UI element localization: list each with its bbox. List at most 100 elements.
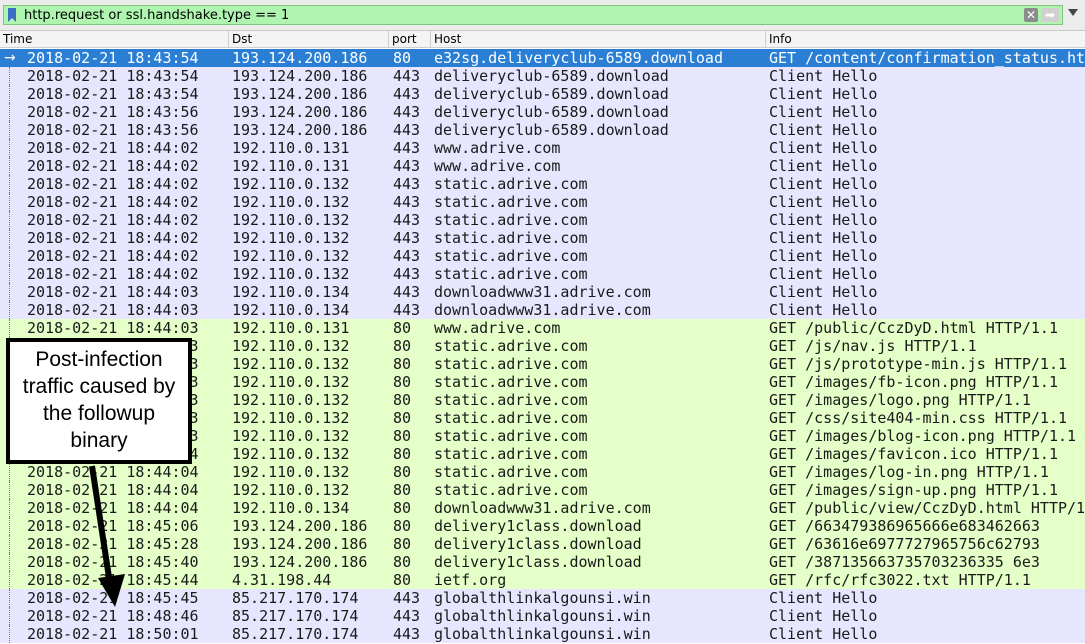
filter-expression[interactable]: http.request or ssl.handshake.type == 1 [24, 7, 289, 24]
cell-info: Client Hello [769, 283, 878, 301]
conversation-tree-line [9, 67, 11, 85]
conversation-tree-line [9, 247, 11, 265]
packet-row[interactable]: 2018-02-21 18:45:44 4.31.198.44 80 ietf.org… [0, 571, 1085, 589]
packet-row[interactable]: 2018-02-21 18:45:40 193.124.200.186 80 deli… [0, 553, 1085, 571]
cell-host: globalthlinkalgounsi.win [434, 625, 651, 643]
cell-port: 443 [393, 211, 421, 229]
conversation-tree-line [9, 607, 11, 625]
packet-row[interactable]: 2018-02-21 18:44:03 192.110.0.131 80 www.ad… [0, 319, 1085, 337]
annotation-line: binary [70, 429, 128, 452]
cell-info: GET /63616e6977727965756c62793 [769, 535, 1040, 553]
packet-row[interactable]: 2018-02-21 18:43:54 193.124.200.186 443 del… [0, 67, 1085, 85]
packet-row[interactable]: 2018-02-21 18:44:04 192.110.0.132 80 static… [0, 463, 1085, 481]
packet-row[interactable]: 2018-02-21 18:45:28 193.124.200.186 80 deli… [0, 535, 1085, 553]
cell-dst: 192.110.0.132 [232, 391, 350, 409]
cell-port: 80 [393, 427, 412, 445]
cell-info: Client Hello [769, 229, 878, 247]
packet-row[interactable]: 2018-02-21 18:44:03 192.110.0.134 443 downl… [0, 301, 1085, 319]
conversation-tree-line [9, 517, 11, 535]
packet-row[interactable]: 2018-02-21 18:45:45 85.217.170.174 443 glob… [0, 589, 1085, 607]
cell-dst: 193.124.200.186 [232, 67, 368, 85]
cell-time: 2018-02-21 18:43:56 [27, 121, 199, 139]
display-filter-input[interactable]: http.request or ssl.handshake.type == 1 … [3, 5, 1063, 25]
cell-time: 2018-02-21 18:45:06 [27, 517, 199, 535]
column-header-time[interactable]: Time [0, 31, 229, 47]
cell-dst: 85.217.170.174 [232, 607, 359, 625]
packet-row[interactable]: → 2018-02-21 18:43:54 193.124.200.186 80 e32… [0, 49, 1085, 67]
cell-host: deliveryclub-6589.download [434, 121, 669, 139]
packet-row[interactable]: 2018-02-21 18:43:56 193.124.200.186 443 del… [0, 121, 1085, 139]
packet-row[interactable]: 2018-02-21 18:43:56 193.124.200.186 443 del… [0, 103, 1085, 121]
column-header-dst[interactable]: Dst [229, 31, 389, 47]
cell-host: downloadwww31.adrive.com [434, 301, 651, 319]
cell-time: 2018-02-21 18:44:02 [27, 247, 199, 265]
cell-host: static.adrive.com [434, 193, 588, 211]
packet-row[interactable]: 2018-02-21 18:45:06 193.124.200.186 80 deli… [0, 517, 1085, 535]
cell-port: 80 [393, 337, 412, 355]
packet-row[interactable]: 2018-02-21 18:44:02 192.110.0.132 443 stati… [0, 265, 1085, 283]
column-header-info[interactable]: Info [766, 31, 1085, 47]
cell-info: GET /js/nav.js HTTP/1.1 [769, 337, 977, 355]
cell-host: deliveryclub-6589.download [434, 85, 669, 103]
cell-host: static.adrive.com [434, 481, 588, 499]
cell-time: 2018-02-21 18:44:02 [27, 175, 199, 193]
cell-port: 80 [393, 319, 412, 337]
cell-time: 2018-02-21 18:44:03 [27, 301, 199, 319]
packet-row[interactable]: 2018-02-21 18:44:02 192.110.0.132 443 stati… [0, 175, 1085, 193]
cell-info: Client Hello [769, 265, 878, 283]
packet-row[interactable]: 2018-02-21 18:44:02 192.110.0.131 443 www.a… [0, 157, 1085, 175]
cell-info: GET /387135663735703236335 6e3 [769, 553, 1040, 571]
cell-info: Client Hello [769, 175, 878, 193]
conversation-tree-line [9, 553, 11, 571]
cell-dst: 192.110.0.132 [232, 409, 350, 427]
cell-host: www.adrive.com [434, 157, 561, 175]
packet-row[interactable]: 2018-02-21 18:44:02 192.110.0.131 443 www.a… [0, 139, 1085, 157]
cell-dst: 193.124.200.186 [232, 121, 368, 139]
cell-dst: 192.110.0.134 [232, 301, 350, 319]
packet-row[interactable]: 2018-02-21 18:44:02 192.110.0.132 443 stati… [0, 229, 1085, 247]
cell-host: static.adrive.com [434, 265, 588, 283]
cell-dst: 193.124.200.186 [232, 85, 368, 103]
apply-filter-icon[interactable]: ➡ [1041, 8, 1059, 22]
cell-host: www.adrive.com [434, 319, 561, 337]
cell-port: 443 [393, 589, 421, 607]
cell-port: 80 [393, 499, 412, 517]
packet-row[interactable]: 2018-02-21 18:43:54 193.124.200.186 443 del… [0, 85, 1085, 103]
cell-time: 2018-02-21 18:44:02 [27, 229, 199, 247]
cell-port: 80 [393, 481, 412, 499]
cell-host: delivery1class.download [434, 517, 642, 535]
packet-row[interactable]: 2018-02-21 18:44:03 192.110.0.134 443 downl… [0, 283, 1085, 301]
cell-host: static.adrive.com [434, 247, 588, 265]
packet-row[interactable]: 2018-02-21 18:50:01 85.217.170.174 443 glob… [0, 625, 1085, 643]
cell-port: 443 [393, 85, 421, 103]
packet-row[interactable]: 2018-02-21 18:44:02 192.110.0.132 443 stati… [0, 247, 1085, 265]
cell-port: 443 [393, 301, 421, 319]
cell-info: Client Hello [769, 67, 878, 85]
cell-port: 80 [393, 355, 412, 373]
cell-info: GET /images/sign-up.png HTTP/1.1 [769, 481, 1058, 499]
cell-dst: 192.110.0.132 [232, 193, 350, 211]
bookmark-icon[interactable] [7, 8, 17, 22]
conversation-tree-line [9, 535, 11, 553]
packet-row[interactable]: 2018-02-21 18:44:04 192.110.0.132 80 static… [0, 481, 1085, 499]
filter-history-dropdown-icon[interactable] [1068, 9, 1078, 16]
cell-info: GET /images/logo.png HTTP/1.1 [769, 391, 1031, 409]
cell-info: Client Hello [769, 607, 878, 625]
cell-dst: 193.124.200.186 [232, 553, 368, 571]
packet-row[interactable]: 2018-02-21 18:44:04 192.110.0.134 80 downlo… [0, 499, 1085, 517]
annotation-callout: Post-infection traffic caused by the fol… [6, 338, 192, 464]
packet-row[interactable]: 2018-02-21 18:44:02 192.110.0.132 443 stati… [0, 211, 1085, 229]
conversation-tree-line [9, 319, 11, 337]
packet-row[interactable]: 2018-02-21 18:44:02 192.110.0.132 443 stati… [0, 193, 1085, 211]
clear-filter-icon[interactable]: ✕ [1024, 8, 1038, 22]
cell-info: GET /rfc/rfc3022.txt HTTP/1.1 [769, 571, 1031, 589]
packet-row[interactable]: 2018-02-21 18:48:46 85.217.170.174 443 glob… [0, 607, 1085, 625]
cell-info: Client Hello [769, 157, 878, 175]
cell-host: static.adrive.com [434, 445, 588, 463]
cell-time: 2018-02-21 18:43:54 [27, 49, 199, 67]
column-header-port[interactable]: port [389, 31, 431, 47]
column-header-host[interactable]: Host [431, 31, 766, 47]
conversation-tree-line [9, 301, 11, 319]
cell-host: static.adrive.com [434, 175, 588, 193]
cell-info: GET /images/blog-icon.png HTTP/1.1 [769, 427, 1077, 445]
